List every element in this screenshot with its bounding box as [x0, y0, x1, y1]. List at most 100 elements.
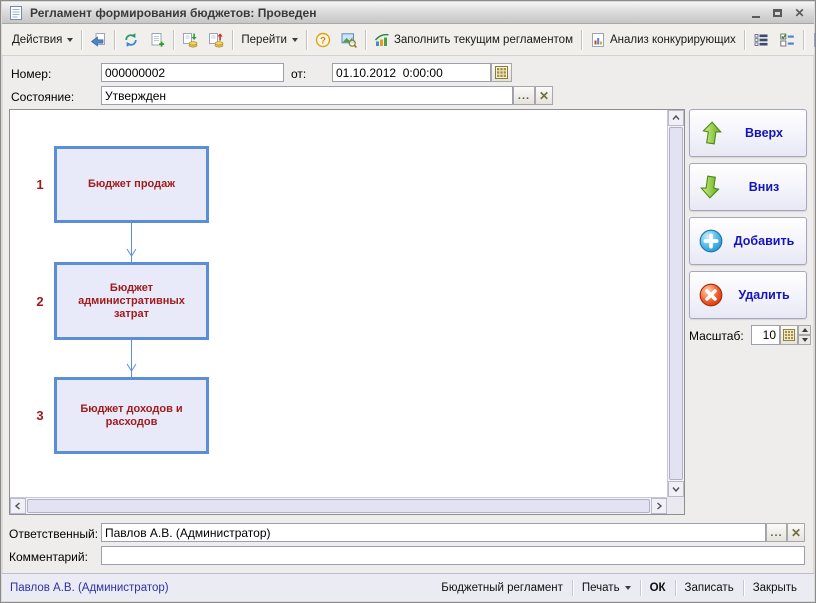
scale-spin-down-button[interactable]	[798, 335, 811, 345]
flowchart-node-income-expense[interactable]: Бюджет доходов и расходов	[54, 377, 209, 454]
flowchart-node-admin-costs[interactable]: Бюджет административных затрат	[54, 262, 209, 340]
scale-input[interactable]	[751, 325, 780, 345]
state-select-button[interactable]: ...	[513, 86, 535, 105]
green-arrow-down-icon	[698, 174, 724, 200]
responsible-select-button[interactable]: ...	[766, 523, 787, 542]
flowchart-canvas[interactable]: 1 Бюджет продаж 2 Бюджет административны…	[10, 110, 667, 497]
move-up-label: Вверх	[728, 126, 800, 140]
picture-magnifier-icon	[341, 32, 357, 48]
horizontal-scroll-thumb[interactable]	[27, 499, 650, 513]
titlebar[interactable]: Регламент формирования бюджетов: Проведе…	[2, 2, 814, 24]
ok-button[interactable]: ОК	[641, 582, 675, 594]
scroll-left-button[interactable]	[10, 498, 26, 514]
maximize-button[interactable]	[769, 5, 786, 20]
current-user-label: Павлов А.В. (Администратор)	[10, 582, 432, 594]
structure-view-button[interactable]	[336, 28, 362, 52]
close-button[interactable]: ✕	[791, 5, 808, 20]
horizontal-scrollbar[interactable]	[10, 497, 667, 514]
print-label: Печать	[582, 582, 620, 594]
reread-button[interactable]	[85, 28, 111, 52]
refresh-button[interactable]	[118, 28, 144, 52]
checklist-settings-button[interactable]	[774, 28, 800, 52]
connector-arrow-icon	[124, 223, 139, 263]
save-button[interactable]: Записать	[676, 582, 743, 594]
node-label: Бюджет доходов и расходов	[70, 403, 193, 429]
actions-menu-label: Действия	[12, 34, 62, 46]
post-document-button[interactable]	[177, 28, 203, 52]
help-button[interactable]: ?	[310, 28, 336, 52]
scale-calc-button[interactable]	[780, 325, 798, 345]
document-icon	[8, 5, 24, 21]
toolbar-separator	[581, 30, 582, 50]
scale-spin-up-button[interactable]	[798, 325, 811, 335]
chevron-down-icon	[671, 484, 681, 494]
state-label: Состояние:	[11, 90, 74, 104]
toolbar-separator	[365, 30, 366, 50]
add-node-button[interactable]: Добавить	[689, 217, 807, 265]
fill-current-label: Заполнить текущим регламентом	[394, 34, 573, 46]
competing-analysis-label: Анализ конкурирующих	[610, 34, 736, 46]
competing-analysis-button[interactable]: Анализ конкурирующих	[585, 28, 741, 52]
date-input[interactable]	[332, 63, 491, 82]
delete-node-label: Удалить	[728, 288, 800, 302]
goto-menu-button[interactable]: Перейти	[236, 30, 303, 50]
analysis-chart-icon	[590, 32, 606, 48]
flowchart-panel: 1 Бюджет продаж 2 Бюджет административны…	[9, 109, 685, 515]
date-calendar-button[interactable]	[491, 63, 512, 82]
scroll-up-button[interactable]	[668, 110, 684, 126]
responsible-input[interactable]	[101, 523, 766, 542]
chart-icon	[374, 32, 390, 48]
chevron-left-icon	[13, 501, 23, 511]
delete-icon	[698, 282, 724, 308]
scrollbar-corner	[667, 497, 684, 514]
scroll-right-button[interactable]	[651, 498, 667, 514]
vertical-scrollbar[interactable]	[667, 110, 684, 497]
scale-label: Масштаб:	[689, 329, 744, 343]
move-down-button[interactable]: Вниз	[689, 163, 807, 211]
add-node-label: Добавить	[728, 234, 800, 248]
vertical-scroll-thumb[interactable]	[669, 127, 683, 480]
toolbar-separator	[803, 30, 804, 50]
toolbar-separator	[744, 30, 745, 50]
state-clear-button[interactable]: ✕	[535, 86, 553, 105]
flowchart-node-sales[interactable]: Бюджет продаж	[54, 146, 209, 223]
delete-node-button[interactable]: Удалить	[689, 271, 807, 319]
print-menu-button[interactable]: Печать	[573, 582, 640, 594]
svg-text:?: ?	[320, 35, 326, 46]
unpost-coins-icon	[208, 32, 224, 48]
blue-document-icon	[812, 32, 816, 48]
number-input[interactable]	[101, 63, 284, 82]
fill-current-regulation-button[interactable]: Заполнить текущим регламентом	[369, 28, 578, 52]
window-controls: ✕	[747, 5, 808, 20]
window-title: Регламент формирования бюджетов: Проведе…	[30, 6, 316, 20]
node-label: Бюджет административных затрат	[70, 282, 193, 321]
scroll-down-button[interactable]	[668, 481, 684, 497]
add-icon	[698, 228, 724, 254]
minimize-button[interactable]	[747, 5, 764, 20]
list-settings-button[interactable]	[748, 28, 774, 52]
responsible-clear-button[interactable]: ✕	[787, 523, 805, 542]
unpost-document-button[interactable]	[203, 28, 229, 52]
calculator-icon	[783, 329, 795, 341]
related-documents-button[interactable]	[807, 28, 816, 52]
comment-input[interactable]	[101, 546, 805, 565]
toolbar: Действия	[2, 24, 814, 56]
doc-add-icon	[149, 32, 165, 48]
help-icon: ?	[315, 32, 331, 48]
app-window: Регламент формирования бюджетов: Проведе…	[0, 0, 816, 603]
green-arrow-up-icon	[698, 120, 724, 146]
close-form-button[interactable]: Закрыть	[744, 582, 806, 594]
actions-menu-button[interactable]: Действия	[7, 30, 78, 50]
ellipsis-icon: ...	[770, 527, 782, 539]
triangle-up-icon	[802, 328, 808, 332]
copy-button[interactable]	[144, 28, 170, 52]
move-up-button[interactable]: Вверх	[689, 109, 807, 157]
toolbar-separator	[114, 30, 115, 50]
triangle-down-icon	[802, 338, 808, 342]
node-number: 3	[30, 377, 50, 454]
list-icon	[753, 32, 769, 48]
dropdown-caret-icon	[292, 38, 298, 42]
state-input[interactable]	[101, 86, 513, 105]
toolbar-separator	[306, 30, 307, 50]
dropdown-caret-icon	[67, 38, 73, 42]
